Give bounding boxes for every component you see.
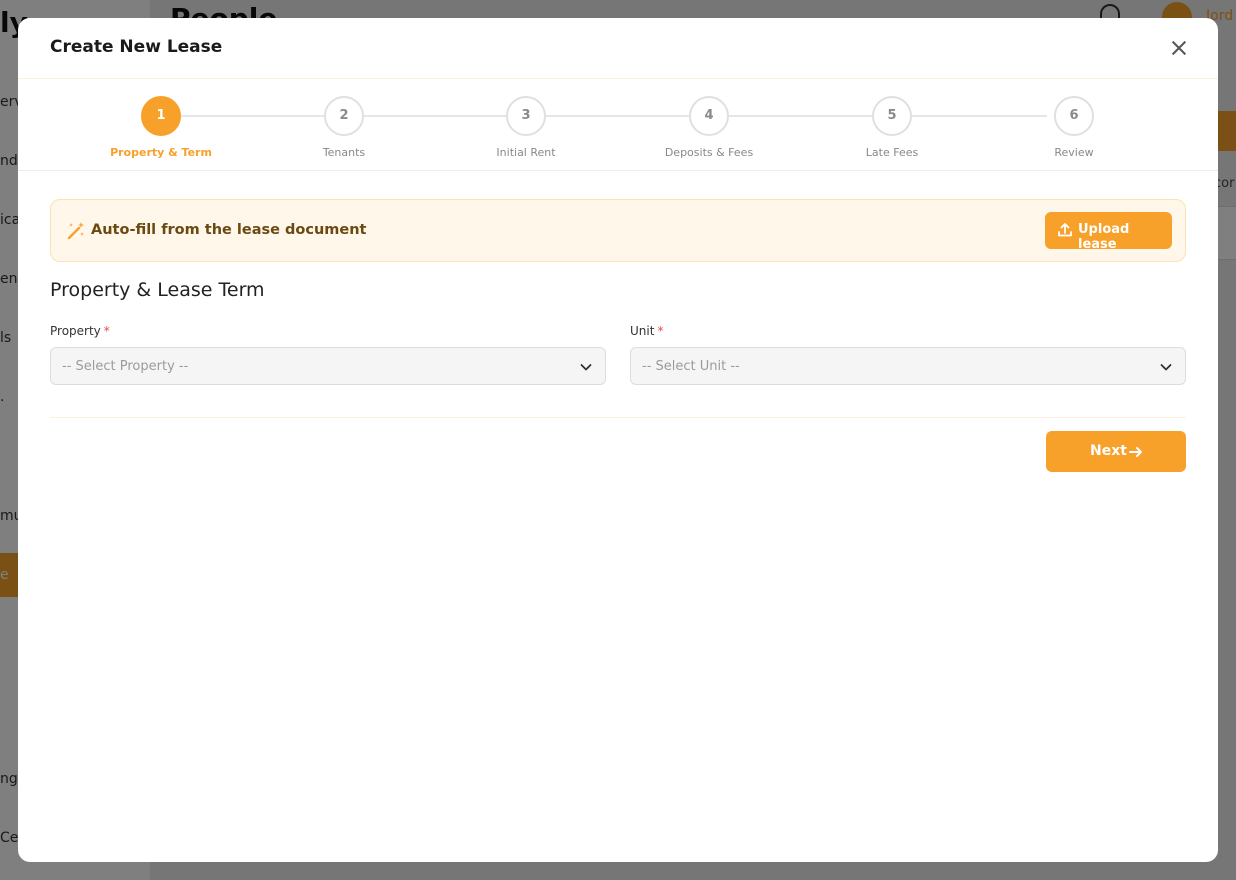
section-title: Property & Lease Term xyxy=(50,279,265,301)
autofill-text: Auto-fill from the lease document xyxy=(91,222,367,238)
next-button[interactable]: Next xyxy=(1046,431,1186,472)
autofill-banner: Auto-fill from the lease document Upload… xyxy=(50,199,1186,262)
step-label: Review xyxy=(1054,146,1094,159)
arrow-right-icon xyxy=(1129,447,1142,457)
step-label: Tenants xyxy=(322,146,366,159)
chevron-down-icon xyxy=(1160,364,1172,371)
step-number: 5 xyxy=(872,96,912,136)
step-number: 6 xyxy=(1054,96,1094,136)
step-initial-rent[interactable]: 3 Initial Rent xyxy=(461,96,591,159)
stepper: 1 Property & Term 2 Tenants 3 Initial Re… xyxy=(18,79,1218,171)
unit-select[interactable]: -- Select Unit -- xyxy=(630,347,1186,385)
modal-title: Create New Lease xyxy=(50,37,223,57)
step-late-fees[interactable]: 5 Late Fees xyxy=(827,96,957,159)
property-label: Property * xyxy=(50,324,110,338)
next-button-label: Next xyxy=(1090,443,1127,459)
chevron-down-icon xyxy=(580,364,592,371)
unit-label-text: Unit xyxy=(630,324,655,338)
upload-icon xyxy=(1058,223,1072,237)
step-number: 3 xyxy=(506,96,546,136)
upload-lease-button[interactable]: Upload lease xyxy=(1045,212,1172,252)
step-label: Property & Term xyxy=(110,146,212,159)
magic-wand-icon xyxy=(67,222,84,240)
modal-header: Create New Lease xyxy=(18,18,1218,79)
required-mark: * xyxy=(103,324,110,338)
step-label: Deposits & Fees xyxy=(664,146,754,159)
property-label-text: Property xyxy=(50,324,101,338)
step-label: Initial Rent xyxy=(496,146,556,159)
step-number: 1 xyxy=(141,96,181,136)
required-mark: * xyxy=(657,324,664,338)
step-deposits-fees[interactable]: 4 Deposits & Fees xyxy=(644,96,774,159)
close-icon[interactable] xyxy=(1166,35,1192,61)
create-lease-modal: Create New Lease 1 Property & Term 2 Ten… xyxy=(18,18,1218,862)
step-label: Late Fees xyxy=(865,146,919,159)
step-tenants[interactable]: 2 Tenants xyxy=(279,96,409,159)
footer-divider xyxy=(50,417,1186,418)
step-review[interactable]: 6 Review xyxy=(1009,96,1139,159)
step-property-term[interactable]: 1 Property & Term xyxy=(96,96,226,159)
step-number: 4 xyxy=(689,96,729,136)
unit-select-value: -- Select Unit -- xyxy=(642,359,740,374)
property-select-value: -- Select Property -- xyxy=(62,359,189,374)
upload-lease-label: Upload lease xyxy=(1078,222,1130,252)
step-number: 2 xyxy=(324,96,364,136)
unit-label: Unit * xyxy=(630,324,663,338)
property-select[interactable]: -- Select Property -- xyxy=(50,347,606,385)
